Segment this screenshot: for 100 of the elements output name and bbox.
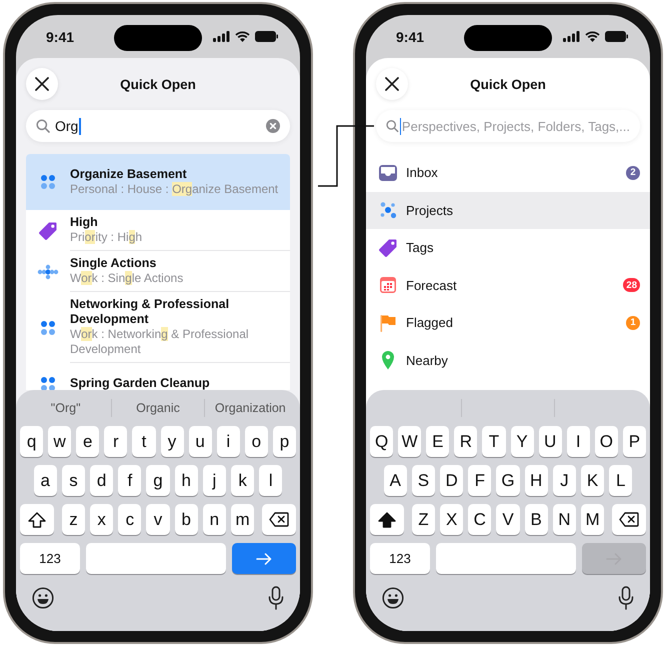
result-title: Single Actions (70, 256, 158, 271)
numbers-key[interactable]: 123 (20, 543, 80, 574)
result-path: Work : Single Actions (70, 271, 184, 286)
suggestion[interactable]: Organization (204, 401, 296, 415)
clear-icon[interactable] (266, 119, 280, 133)
letter-key[interactable]: O (594, 426, 618, 457)
text-cursor (400, 118, 401, 134)
suggestion[interactable]: "Org" (20, 401, 112, 415)
count-badge: 2 (626, 166, 640, 180)
go-key[interactable] (232, 543, 296, 574)
wifi-icon (585, 31, 600, 42)
status-time: 9:41 (396, 28, 424, 44)
letter-key[interactable]: w (48, 426, 72, 457)
letter-key[interactable]: E (426, 426, 450, 457)
letter-key[interactable]: T (482, 426, 506, 457)
letter-key[interactable]: U (538, 426, 562, 457)
letter-key[interactable]: p (272, 426, 296, 457)
list-item[interactable]: Nearby (366, 342, 650, 379)
letter-key[interactable]: b (174, 504, 198, 535)
letter-key[interactable]: Y (510, 426, 534, 457)
letter-key[interactable]: G (496, 465, 520, 496)
count-badge: 28 (623, 278, 640, 292)
count-badge: 1 (626, 316, 640, 330)
delete-key[interactable] (612, 504, 646, 535)
list-item[interactable]: Projects (366, 192, 650, 229)
list-item[interactable]: Flagged 1 (366, 304, 650, 342)
letter-key[interactable]: c (118, 504, 142, 535)
search-field[interactable]: Org (26, 110, 290, 142)
letter-key[interactable]: r (104, 426, 128, 457)
letter-key[interactable]: F (468, 465, 492, 496)
list-item[interactable]: Tags (366, 229, 650, 266)
emoji-icon[interactable] (32, 586, 54, 608)
shift-key[interactable] (20, 504, 54, 535)
letter-key[interactable]: x (90, 504, 114, 535)
letter-key[interactable]: k (230, 465, 254, 496)
letter-key[interactable]: g (146, 465, 170, 496)
letter-key[interactable]: V (496, 504, 520, 535)
letter-key[interactable]: d (90, 465, 114, 496)
search-text: Org (55, 118, 78, 134)
letter-key[interactable]: B (524, 504, 548, 535)
arrow-icon (256, 552, 272, 564)
letter-key[interactable]: Q (370, 426, 394, 457)
letter-key[interactable]: e (76, 426, 100, 457)
letter-key[interactable]: v (146, 504, 170, 535)
item-label: Inbox (406, 165, 439, 180)
result-row[interactable]: Organize Basement Personal : House : Organize Basement (26, 154, 290, 210)
microphone-icon[interactable] (618, 586, 634, 610)
letter-key[interactable]: t (132, 426, 156, 457)
list-item[interactable]: Inbox 2 (366, 154, 650, 192)
letter-key[interactable]: y (160, 426, 184, 457)
letter-key[interactable]: f (118, 465, 142, 496)
item-label: Forecast (406, 278, 458, 293)
letter-key[interactable]: i (216, 426, 240, 457)
letter-key[interactable]: D (440, 465, 464, 496)
close-button[interactable] (376, 68, 408, 100)
letter-key[interactable]: L (609, 465, 632, 496)
letter-key[interactable]: h (174, 465, 198, 496)
battery-icon (255, 31, 278, 42)
letter-key[interactable]: J (552, 465, 576, 496)
close-button[interactable] (26, 68, 58, 100)
item-label: Tags (406, 240, 434, 256)
letter-key[interactable]: o (244, 426, 268, 457)
item-label: Nearby (406, 352, 449, 368)
letter-key[interactable]: m (230, 504, 254, 535)
letter-key[interactable]: K (580, 465, 604, 496)
result-row[interactable]: Single Actions Work : Single Actions (26, 251, 290, 292)
letter-key[interactable]: z (62, 504, 86, 535)
result-row[interactable]: Networking & Professional Development Work : Networking & Professional Development (26, 292, 290, 363)
letter-key[interactable]: H (524, 465, 548, 496)
letter-key[interactable]: a (34, 465, 57, 496)
dots-icon (40, 174, 56, 190)
letter-key[interactable]: W (398, 426, 422, 457)
letter-key[interactable]: N (552, 504, 576, 535)
letter-key[interactable]: q (20, 426, 44, 457)
close-icon (385, 77, 399, 91)
letter-key[interactable]: s (62, 465, 86, 496)
letter-key[interactable]: R (454, 426, 478, 457)
numbers-key[interactable]: 123 (370, 543, 430, 574)
letter-key[interactable]: l (259, 465, 282, 496)
letter-key[interactable]: u (188, 426, 212, 457)
letter-key[interactable]: A (384, 465, 407, 496)
shift-key[interactable] (370, 504, 404, 535)
text-cursor (79, 118, 81, 134)
delete-key[interactable] (262, 504, 296, 535)
letter-key[interactable]: C (468, 504, 492, 535)
letter-key[interactable]: n (202, 504, 226, 535)
letter-key[interactable]: Z (412, 504, 436, 535)
signal-icon (563, 31, 580, 42)
microphone-icon[interactable] (268, 586, 284, 610)
letter-key[interactable]: I (566, 426, 590, 457)
letter-key[interactable]: j (202, 465, 226, 496)
letter-key[interactable]: P (622, 426, 646, 457)
emoji-icon[interactable] (382, 586, 404, 608)
list-item[interactable]: Forecast 28 (366, 266, 650, 304)
letter-key[interactable]: M (580, 504, 604, 535)
letter-key[interactable]: X (440, 504, 464, 535)
calendar-icon (379, 276, 397, 294)
suggestion[interactable]: Organic (112, 401, 204, 415)
letter-key[interactable]: S (412, 465, 436, 496)
dots-icon (40, 320, 56, 336)
